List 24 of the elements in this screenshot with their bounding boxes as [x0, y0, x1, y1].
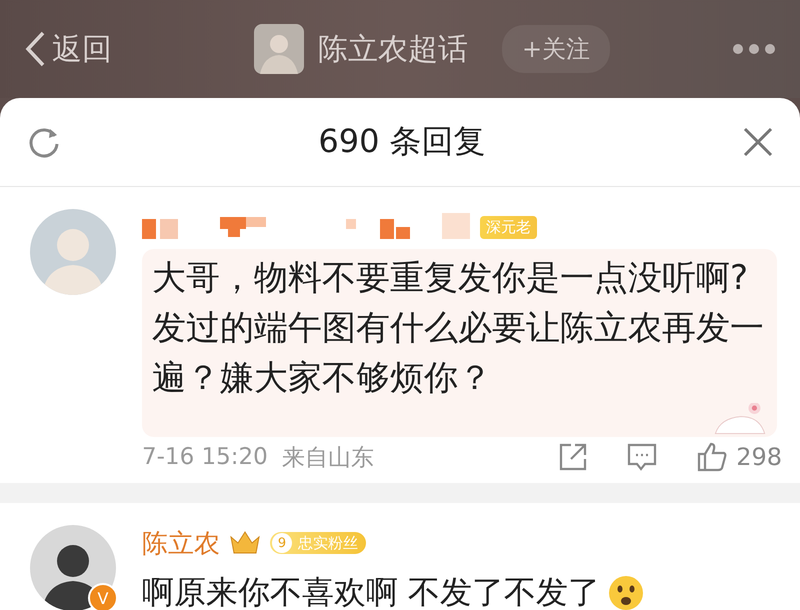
more-icon[interactable]: [732, 43, 776, 55]
fan-badge-label: 忠实粉丝: [298, 534, 358, 552]
reply-button[interactable]: [626, 442, 658, 472]
topic-title: 陈立农超话: [318, 30, 468, 68]
rank-badge: 深元老: [480, 216, 537, 238]
comment-time: 7-16 15:20: [142, 444, 268, 470]
close-button[interactable]: [742, 126, 774, 158]
user-name[interactable]: 陈立农: [142, 526, 220, 560]
back-icon: [24, 30, 46, 68]
share-button[interactable]: [558, 442, 588, 472]
back-button[interactable]: 返回: [24, 28, 254, 70]
fan-level: 9: [272, 533, 292, 553]
follow-button[interactable]: +关注: [502, 25, 610, 73]
comment-text: 啊原来你不喜欢啊 不发了不发了: [142, 572, 600, 610]
sheet-title: 690 条回复: [318, 121, 486, 162]
comment-icon: [626, 442, 658, 472]
like-button[interactable]: 298: [696, 441, 782, 473]
topic-avatar: [254, 24, 304, 74]
comment-text: 大哥，物料不要重复发你是一点没听啊?发过的端午图有什么必要让陈立农再发一遍？嫌大家不够烦你？: [152, 257, 765, 400]
thumbs-up-icon: [696, 441, 728, 473]
verified-badge: V: [88, 583, 118, 610]
comment-location: 来自山东: [282, 444, 374, 472]
surprised-face-icon: [608, 575, 644, 610]
share-icon: [558, 442, 588, 472]
